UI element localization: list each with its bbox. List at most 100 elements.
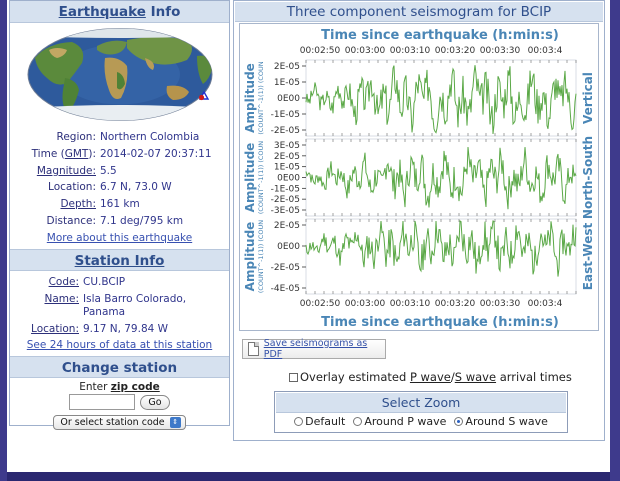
top-tick-label: 00:03:10 bbox=[390, 46, 431, 56]
depth-value: 161 km bbox=[100, 198, 140, 211]
zoom-option-p-wave[interactable]: Around P wave bbox=[353, 415, 446, 428]
code-link[interactable]: Code: bbox=[10, 274, 83, 291]
bottom-tick-label: 00:02:50 bbox=[300, 299, 341, 309]
station-info-header: Station Info bbox=[10, 248, 229, 271]
world-map[interactable] bbox=[27, 28, 213, 121]
station-info-title[interactable]: Station Info bbox=[75, 253, 165, 269]
time-label: Time (GMT): bbox=[31, 147, 96, 160]
zoom-radio-p-wave[interactable] bbox=[353, 417, 363, 426]
more-about-earthquake-link[interactable]: More about this earthquake bbox=[10, 231, 229, 245]
component-label: North-South bbox=[581, 136, 595, 219]
see-24-hours-link[interactable]: See 24 hours of data at this station bbox=[10, 338, 229, 353]
y-tick-label: -3E-05 bbox=[271, 206, 300, 216]
y-tick-label: 2E-05 bbox=[274, 62, 300, 72]
footer-strip bbox=[7, 472, 610, 481]
name-link[interactable]: Name: bbox=[10, 293, 83, 321]
y-tick-label: -4E-05 bbox=[271, 284, 300, 294]
waveform-vertical bbox=[305, 65, 577, 135]
y-tick-label: 0E00 bbox=[277, 242, 300, 252]
top-tick-label: 00:03:4 bbox=[528, 46, 563, 56]
station-location-link[interactable]: Location: bbox=[10, 321, 83, 338]
top-tick-label: 00:03:20 bbox=[435, 46, 476, 56]
seismogram-panel: Three component seismogram for BCIP Time… bbox=[233, 0, 605, 441]
station-location-row: Location: 9.17 N, 79.84 W bbox=[10, 321, 229, 338]
change-station-title: Change station bbox=[61, 360, 178, 377]
earthquake-info-title: Info bbox=[150, 4, 181, 20]
overlay-suffix: arrival times bbox=[499, 370, 572, 384]
zip-code-link[interactable]: zip code bbox=[111, 381, 160, 393]
top-axis-title: Time since earthquake (h:min:s) bbox=[321, 28, 559, 43]
gmt-link[interactable]: GMT bbox=[65, 148, 89, 160]
station-location-value: 9.17 N, 79.84 W bbox=[83, 322, 169, 335]
go-button[interactable]: Go bbox=[140, 394, 170, 410]
panel-frame bbox=[305, 59, 577, 137]
station-select-label: Or select station code bbox=[60, 417, 165, 429]
zip-code-input[interactable] bbox=[69, 394, 136, 411]
seismogram-figure[interactable]: Time since earthquake (h:min:s) Time sin… bbox=[239, 23, 599, 331]
waveform-north-south bbox=[305, 146, 577, 210]
station-select-row: Or select station code ⇕ bbox=[10, 415, 229, 431]
save-pdf-label: Save seismograms as PDF bbox=[263, 338, 368, 360]
zoom-options: Default Around P wave Around S wave bbox=[275, 415, 567, 428]
s-wave-link[interactable]: S wave bbox=[455, 370, 496, 384]
zoom-radio-s-wave[interactable] bbox=[454, 417, 464, 426]
zoom-label-p-wave: Around P wave bbox=[364, 415, 447, 428]
pdf-document-icon bbox=[248, 342, 259, 356]
top-tick-label: 00:02:50 bbox=[300, 46, 341, 56]
y-tick-label: -2E-05 bbox=[271, 126, 300, 136]
earthquake-details: Region: Northern Colombia Time (GMT): 20… bbox=[10, 129, 229, 245]
distance-label: Distance: bbox=[46, 214, 96, 227]
y-tick-label: -2E-05 bbox=[271, 263, 300, 273]
p-wave-link[interactable]: P wave bbox=[410, 370, 451, 384]
distance-row: Distance: 7.1 deg/795 km bbox=[10, 213, 229, 230]
info-sidebar: Earthquake Info Region: Northern Colombi… bbox=[9, 0, 230, 431]
top-tick-label: 00:03:00 bbox=[345, 46, 386, 56]
y-tick-label: -1E-05 bbox=[271, 110, 300, 120]
y-tick-label: 0E00 bbox=[277, 174, 300, 184]
amplitude-axis-title: Amplitude bbox=[243, 63, 257, 133]
station-details: Code: CU.BCIP Name: Isla Barro Colorado,… bbox=[10, 274, 229, 354]
zoom-radio-default[interactable] bbox=[294, 417, 304, 426]
station-code-select[interactable]: Or select station code ⇕ bbox=[53, 415, 186, 431]
select-zoom-box: Select Zoom Default Around P wave Around… bbox=[274, 391, 568, 433]
bottom-tick-label: 00:03:10 bbox=[390, 299, 431, 309]
zoom-label-default: Default bbox=[305, 415, 346, 428]
overlay-arrival-times: Overlay estimated P wave / S wave arrival … bbox=[289, 370, 572, 384]
time-row: Time (GMT): 2014-02-07 20:37:11 bbox=[10, 146, 229, 163]
time-value: 2014-02-07 20:37:11 bbox=[100, 147, 212, 160]
zoom-option-s-wave[interactable]: Around S wave bbox=[454, 415, 548, 428]
select-zoom-header: Select Zoom bbox=[276, 393, 566, 413]
magnitude-row: Magnitude: 5.5 bbox=[10, 163, 229, 180]
world-map-image bbox=[27, 28, 212, 121]
zip-prefix: Enter bbox=[79, 381, 108, 394]
seismogram-plot: Time since earthquake (h:min:s) Time sin… bbox=[243, 28, 595, 330]
y-tick-label: 2E-05 bbox=[274, 221, 300, 231]
y-tick-label: -1E-05 bbox=[271, 184, 300, 194]
location-value: 6.7 N, 73.0 W bbox=[100, 181, 172, 194]
depth-link[interactable]: Depth: bbox=[10, 196, 100, 213]
overlay-checkbox[interactable] bbox=[289, 372, 298, 382]
magnitude-value: 5.5 bbox=[100, 164, 117, 177]
region-row: Region: Northern Colombia bbox=[10, 129, 229, 146]
seismogram-title: Three component seismogram for BCIP bbox=[286, 4, 552, 20]
epicenter-marker-icon bbox=[198, 94, 204, 101]
component-label: East-West bbox=[581, 223, 595, 291]
code-row: Code: CU.BCIP bbox=[10, 274, 229, 291]
distance-value: 7.1 deg/795 km bbox=[100, 214, 184, 227]
bottom-tick-label: 00:03:4 bbox=[528, 299, 563, 309]
top-tick-label: 00:03:30 bbox=[480, 46, 521, 56]
seismogram-header: Three component seismogram for BCIP bbox=[235, 2, 603, 22]
zip-row: Go bbox=[10, 394, 229, 411]
location-label: Location: bbox=[48, 181, 96, 194]
save-pdf-button[interactable]: Save seismograms as PDF bbox=[242, 338, 386, 360]
zoom-option-default[interactable]: Default bbox=[294, 415, 345, 428]
earthquake-info-link[interactable]: Earthquake bbox=[59, 4, 146, 20]
bottom-tick-label: 00:03:00 bbox=[345, 299, 386, 309]
magnitude-link[interactable]: Magnitude: bbox=[10, 163, 100, 180]
amplitude-axis-units: (COUNT^-1(1)) (COUN bbox=[257, 220, 265, 293]
name-value: Isla Barro Colorado, Panama bbox=[83, 292, 187, 318]
earthquake-info-header: Earthquake Info bbox=[10, 1, 229, 23]
depth-row: Depth: 161 km bbox=[10, 196, 229, 213]
overlay-prefix: Overlay estimated bbox=[300, 370, 407, 384]
y-tick-label: -2E-05 bbox=[271, 195, 300, 205]
